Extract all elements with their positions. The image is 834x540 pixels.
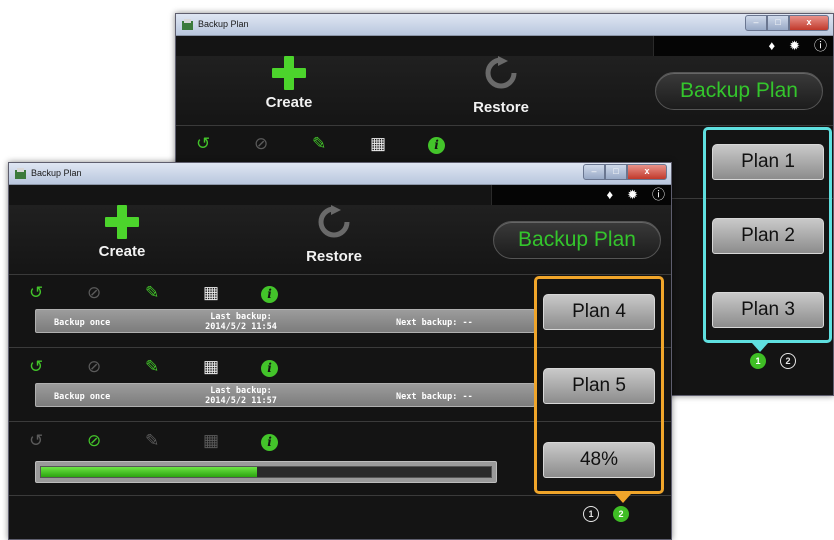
gear-icon[interactable]: ✹ — [627, 188, 638, 202]
top-icons: ♦ ✹ ⓘ — [768, 39, 827, 53]
edit-icon[interactable]: ✎ — [145, 357, 203, 377]
progress-track — [40, 466, 492, 478]
app-icon — [182, 19, 193, 30]
last-backup-label: Last backup: — [210, 386, 272, 396]
front-header: Create Restore Backup Plan — [9, 205, 671, 275]
window-controls: – □ x — [583, 164, 667, 180]
action-icons: ↺ ⊘ ✎ ▦ i — [196, 134, 486, 154]
create-label: Create — [265, 94, 313, 111]
disable-icon[interactable]: ⊘ — [87, 357, 145, 377]
last-backup-value: 2014/5/2 11:57 — [205, 396, 277, 406]
details-icon[interactable]: i — [261, 431, 319, 451]
page-dot-1[interactable]: 1 — [750, 353, 766, 369]
edit-icon: ✎ — [145, 431, 160, 450]
minimize-button[interactable]: – — [583, 164, 605, 180]
action-icons: ↺ ⊘ ✎ ▦ i — [29, 357, 319, 377]
last-backup-label: Last backup: — [210, 312, 272, 322]
plus-icon — [105, 205, 139, 239]
plus-icon — [272, 56, 306, 90]
info-icon[interactable]: ⓘ — [652, 188, 665, 202]
plan-tabs-highlight — [534, 276, 664, 494]
cancel-icon[interactable]: ⊘ — [87, 431, 145, 451]
trash-icon[interactable]: ▦ — [370, 134, 428, 154]
page-dot-2[interactable]: 2 — [613, 506, 629, 522]
details-icon[interactable]: i — [261, 357, 319, 377]
highlight-pointer — [752, 343, 768, 352]
plan-info-bar: Backup once Last backup: 2014/5/2 11:57 … — [35, 383, 535, 407]
front-titlebar[interactable]: Backup Plan – □ x — [9, 163, 671, 185]
info-icon[interactable]: ⓘ — [814, 39, 827, 53]
action-icons: ↺ ⊘ ✎ ▦ i — [29, 283, 319, 303]
progress-fill — [41, 467, 257, 477]
front-window: Backup Plan – □ x ♦ ✹ ⓘ Create Restore B… — [8, 162, 672, 540]
plan-info-bar: Backup once Last backup: 2014/5/2 11:54 … — [35, 309, 535, 333]
tag-icon[interactable]: ♦ — [606, 188, 613, 202]
edit-icon[interactable]: ✎ — [145, 283, 203, 303]
history-icon[interactable]: ↺ — [29, 357, 87, 377]
create-button[interactable]: Create — [77, 205, 167, 260]
details-icon[interactable]: i — [428, 134, 486, 154]
plan-tabs-highlight — [703, 127, 832, 343]
maximize-button[interactable]: □ — [767, 15, 789, 31]
gear-icon[interactable]: ✹ — [789, 39, 800, 53]
page-dot-1[interactable]: 1 — [583, 506, 599, 522]
history-icon: ↺ — [29, 431, 44, 450]
history-icon[interactable]: ↺ — [29, 283, 87, 303]
disable-icon[interactable]: ⊘ — [87, 283, 145, 303]
action-icons: ↺ ⊘ ✎ ▦ i — [29, 431, 319, 451]
pager: 1 2 — [750, 353, 796, 369]
brand-pill: Backup Plan — [655, 72, 823, 110]
minimize-button[interactable]: – — [745, 15, 767, 31]
trash-icon[interactable]: ▦ — [203, 357, 261, 377]
backup-mode: Backup once — [54, 318, 111, 328]
close-button[interactable]: x — [789, 15, 829, 31]
last-backup: Last backup: 2014/5/2 11:57 — [186, 386, 296, 406]
app-icon — [15, 168, 26, 179]
create-label: Create — [98, 243, 146, 260]
tag-icon[interactable]: ♦ — [768, 39, 775, 53]
backup-mode: Backup once — [54, 392, 111, 402]
restore-label: Restore — [306, 248, 362, 265]
restore-label: Restore — [473, 99, 529, 116]
details-icon[interactable]: i — [261, 283, 319, 303]
pager: 1 2 — [583, 506, 629, 522]
last-backup-value: 2014/5/2 11:54 — [205, 322, 277, 332]
edit-icon[interactable]: ✎ — [312, 134, 370, 154]
top-strip: ♦ ✹ ⓘ — [9, 185, 671, 205]
window-title: Backup Plan — [198, 19, 249, 29]
restore-button[interactable]: Restore — [456, 56, 546, 116]
highlight-pointer — [615, 494, 631, 503]
progress-bar — [35, 461, 497, 483]
disable-icon[interactable]: ⊘ — [254, 134, 312, 154]
history-icon[interactable]: ↺ — [196, 134, 254, 154]
brand-pill: Backup Plan — [493, 221, 661, 259]
next-backup: Next backup: -- — [396, 392, 473, 402]
window-controls: – □ x — [745, 15, 829, 31]
restore-icon — [485, 56, 517, 89]
restore-button[interactable]: Restore — [289, 205, 379, 265]
back-header: Create Restore Backup Plan — [176, 56, 833, 126]
trash-icon: ▦ — [203, 431, 220, 450]
page-dot-2[interactable]: 2 — [780, 353, 796, 369]
close-button[interactable]: x — [627, 164, 667, 180]
last-backup: Last backup: 2014/5/2 11:54 — [186, 312, 296, 332]
maximize-button[interactable]: □ — [605, 164, 627, 180]
back-titlebar[interactable]: Backup Plan – □ x — [176, 14, 833, 36]
window-title: Backup Plan — [31, 168, 82, 178]
create-button[interactable]: Create — [244, 56, 334, 111]
top-strip: ♦ ✹ ⓘ — [176, 36, 833, 56]
screenshot-stage: Backup Plan – □ x ♦ ✹ ⓘ Create Restore B… — [0, 0, 834, 540]
top-icons: ♦ ✹ ⓘ — [606, 188, 665, 202]
trash-icon[interactable]: ▦ — [203, 283, 261, 303]
restore-icon — [318, 205, 350, 238]
next-backup: Next backup: -- — [396, 318, 473, 328]
